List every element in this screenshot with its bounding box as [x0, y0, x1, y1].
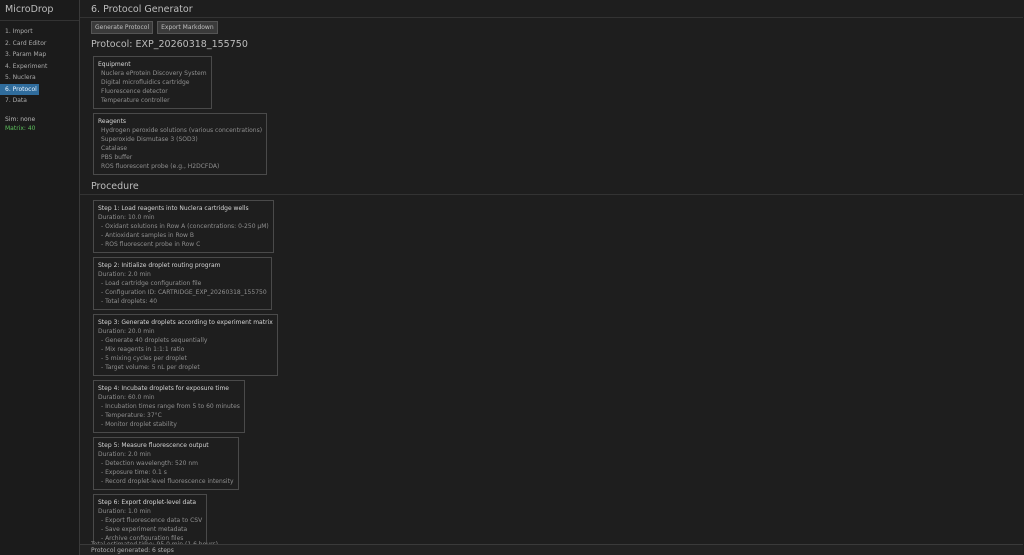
step-line: - Configuration ID: CARTRIDGE_EXP_202603… — [101, 289, 267, 296]
equipment-item: Digital microfluidics cartridge — [101, 79, 190, 86]
step-line: - Incubation times range from 5 to 60 mi… — [101, 403, 240, 410]
equipment-box: Equipment Nuclera eProtein Discovery Sys… — [93, 56, 212, 109]
export-markdown-button[interactable]: Export Markdown — [157, 21, 218, 34]
page-title: 6. Protocol Generator — [80, 0, 1023, 18]
step-title: Step 1: Load reagents into Nuclera cartr… — [98, 205, 249, 212]
procedure-step-3: Step 3: Generate droplets according to e… — [93, 314, 278, 376]
reagent-item: PBS buffer — [101, 154, 133, 161]
sidebar: MicroDrop 1. Import 2. Card Editor 3. Pa… — [0, 0, 80, 555]
nav-item-card-editor[interactable]: 2. Card Editor — [0, 38, 79, 50]
protocol-title: Protocol: EXP_20260318_155750 — [91, 39, 248, 50]
step-duration: Duration: 2.0 min — [98, 271, 151, 278]
status-bar: Protocol generated: 6 steps — [80, 544, 1023, 555]
reagents-box: Reagents Hydrogen peroxide solutions (va… — [93, 113, 268, 175]
step-duration: Duration: 60.0 min — [98, 394, 155, 401]
procedure-step-4: Step 4: Incubate droplets for exposure t… — [93, 380, 245, 433]
step-line: - 5 mixing cycles per droplet — [101, 355, 187, 362]
step-line: - Record droplet-level fluorescence inte… — [101, 478, 234, 485]
procedure-heading: Procedure — [80, 180, 1023, 195]
matrix-status: Matrix: 40 — [5, 124, 36, 132]
step-line: - Export fluorescence data to CSV — [101, 517, 203, 524]
nav-item-experiment[interactable]: 4. Experiment — [0, 61, 79, 73]
step-line: - Save experiment metadata — [101, 526, 188, 533]
step-title: Step 3: Generate droplets according to e… — [98, 319, 273, 326]
step-line: - Total droplets: 40 — [101, 298, 158, 305]
procedure-step-2: Step 2: Initialize droplet routing progr… — [93, 257, 272, 310]
step-line: - Target volume: 5 nL per droplet — [101, 364, 200, 371]
step-duration: Duration: 20.0 min — [98, 328, 155, 335]
step-line: - Antioxidant samples in Row B — [101, 232, 194, 239]
procedure-step-5: Step 5: Measure fluorescence output Dura… — [93, 437, 239, 490]
sim-status: Sim: none — [5, 115, 36, 123]
step-line: - Generate 40 droplets sequentially — [101, 337, 208, 344]
equipment-item: Nuclera eProtein Discovery System — [101, 70, 207, 77]
step-duration: Duration: 10.0 min — [98, 214, 155, 221]
procedure-step-1: Step 1: Load reagents into Nuclera cartr… — [93, 200, 274, 253]
step-title: Step 5: Measure fluorescence output — [98, 442, 209, 449]
equipment-item: Fluorescence detector — [101, 88, 168, 95]
step-title: Step 4: Incubate droplets for exposure t… — [98, 385, 229, 392]
reagent-item: ROS fluorescent probe (e.g., H2DCFDA) — [101, 163, 220, 170]
step-title: Step 2: Initialize droplet routing progr… — [98, 262, 221, 269]
reagent-item: Superoxide Dismutase 3 (SOD3) — [101, 136, 198, 143]
toolbar: Generate Protocol Export Markdown — [80, 18, 1023, 35]
equipment-item: Temperature controller — [101, 97, 170, 104]
step-line: - Exposure time: 0.1 s — [101, 469, 167, 476]
reagent-item: Catalase — [101, 145, 128, 152]
sidebar-status: Sim: none Matrix: 40 — [0, 115, 79, 133]
step-line: - Temperature: 37°C — [101, 412, 162, 419]
reagent-item: Hydrogen peroxide solutions (various con… — [101, 127, 263, 134]
step-line: - Load cartridge configuration file — [101, 280, 202, 287]
step-line: - Detection wavelength: 520 nm — [101, 460, 199, 467]
step-duration: Duration: 2.0 min — [98, 451, 151, 458]
nav-item-param-map[interactable]: 3. Param Map — [0, 49, 79, 61]
reagents-heading: Reagents — [98, 118, 127, 125]
nav-item-nuclera[interactable]: 5. Nuclera — [0, 72, 79, 84]
generate-protocol-button[interactable]: Generate Protocol — [91, 21, 154, 34]
app-title: MicroDrop — [0, 0, 79, 21]
step-line: - Oxidant solutions in Row A (concentrat… — [101, 223, 269, 230]
nav-item-import[interactable]: 1. Import — [0, 26, 79, 38]
app-window: MicroDrop 1. Import 2. Card Editor 3. Pa… — [0, 0, 1024, 555]
step-duration: Duration: 1.0 min — [98, 508, 151, 515]
step-line: - ROS fluorescent probe in Row C — [101, 241, 201, 248]
step-title: Step 6: Export droplet-level data — [98, 499, 197, 506]
nav-item-data[interactable]: 7. Data — [0, 95, 79, 107]
step-line: - Monitor droplet stability — [101, 421, 177, 428]
equipment-heading: Equipment — [98, 61, 131, 68]
nav-item-protocol[interactable]: 6. Protocol — [0, 83, 39, 95]
step-line: - Mix reagents in 1:1:1 ratio — [101, 346, 185, 353]
main-panel: 6. Protocol Generator Generate Protocol … — [80, 0, 1023, 555]
